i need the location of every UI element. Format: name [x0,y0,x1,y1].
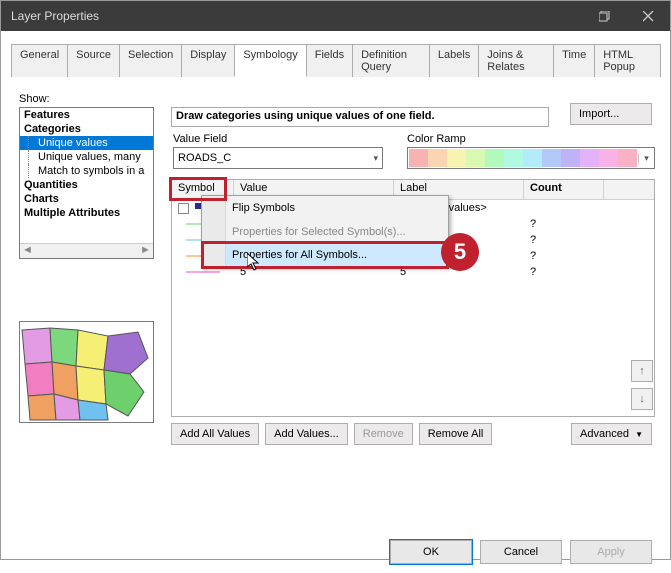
show-label: Show: [19,93,50,105]
tab-general[interactable]: General [11,44,68,77]
tab-time[interactable]: Time [553,44,595,77]
move-down-button[interactable]: ↓ [631,388,653,410]
menu-item[interactable]: Flip Symbols [202,196,448,220]
advanced-button[interactable]: Advanced ▼ [571,423,652,445]
color-ramp-label: Color Ramp [407,133,466,145]
tab-selection[interactable]: Selection [119,44,182,77]
menu-item[interactable]: Properties for All Symbols... [201,243,449,267]
layer-properties-dialog: Layer Properties GeneralSourceSelectionD… [0,0,671,560]
map-preview [19,321,154,423]
move-up-button[interactable]: ↑ [631,360,653,382]
cancel-button[interactable]: Cancel [480,540,562,564]
step-badge: 5 [441,233,479,271]
symbology-panel: Show: FeaturesCategoriesUnique valuesUni… [1,77,670,547]
tab-html-popup[interactable]: HTML Popup [594,44,661,77]
tab-source[interactable]: Source [67,44,120,77]
show-item[interactable]: Categories [20,122,153,136]
dialog-buttons: OK Cancel Apply [1,531,670,573]
ok-button[interactable]: OK [390,540,472,564]
color-ramp-select[interactable]: ▾ [407,147,655,169]
show-item[interactable]: Features [20,108,153,122]
add-values-button[interactable]: Add Values... [265,423,348,445]
tab-joins-relates[interactable]: Joins & Relates [478,44,554,77]
show-item[interactable]: Multiple Attributes [20,206,153,220]
close-button[interactable] [626,1,670,31]
restore-button[interactable] [582,1,626,31]
value-field-select[interactable]: ROADS_C ▾ [173,147,383,169]
window-title: Layer Properties [11,9,582,23]
tab-definition-query[interactable]: Definition Query [352,44,430,77]
tab-display[interactable]: Display [181,44,235,77]
show-listbox[interactable]: FeaturesCategoriesUnique valuesUnique va… [19,107,154,259]
show-item[interactable]: Unique values, many [20,150,153,164]
tab-fields[interactable]: Fields [306,44,353,77]
col-count[interactable]: Count [524,180,604,199]
chevron-down-icon: ▾ [373,153,378,164]
context-menu: Flip SymbolsProperties for Selected Symb… [201,195,449,267]
toolbar: Add All Values Add Values... Remove Remo… [171,423,492,445]
color-ramp-swatches [409,149,637,167]
tab-row: GeneralSourceSelectionDisplaySymbologyFi… [11,43,660,77]
value-field-label: Value Field [173,133,227,145]
import-button[interactable]: Import... [570,103,652,125]
description-field: Draw categories using unique values of o… [171,107,549,127]
apply-button[interactable]: Apply [570,540,652,564]
add-all-values-button[interactable]: Add All Values [171,423,259,445]
remove-button[interactable]: Remove [354,423,413,445]
show-item[interactable]: Charts [20,192,153,206]
menu-item: Properties for Selected Symbol(s)... [202,220,448,244]
chevron-down-icon: ▼ [635,430,643,439]
chevron-down-icon: ▾ [638,153,654,164]
tab-symbology[interactable]: Symbology [234,44,306,77]
show-item[interactable]: Unique values [20,136,153,150]
titlebar: Layer Properties [1,1,670,31]
show-item[interactable]: Match to symbols in a [20,164,153,178]
show-scrollbar[interactable]: ◄► [20,243,153,258]
value-field-value: ROADS_C [178,152,231,164]
remove-all-button[interactable]: Remove All [419,423,493,445]
show-item[interactable]: Quantities [20,178,153,192]
tab-labels[interactable]: Labels [429,44,479,77]
